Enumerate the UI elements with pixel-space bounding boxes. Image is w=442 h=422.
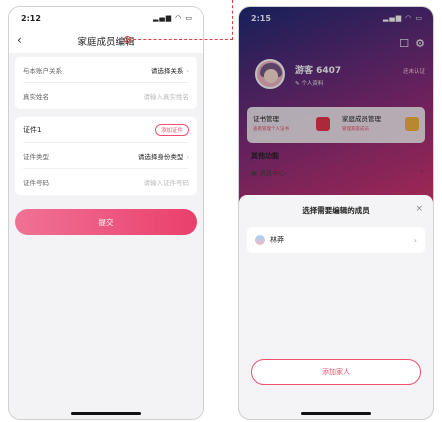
certificate-type-select[interactable]: 请选择身份类型	[138, 153, 184, 161]
certificate-card: 证件1 添加证件 证件类型 请选择身份类型 › 证件号码 请输入证件号码	[15, 117, 197, 195]
home-indicator	[71, 412, 141, 415]
certificate-header: 证件1 添加证件	[23, 117, 189, 143]
member-name: 林莽	[270, 236, 284, 244]
real-name-input[interactable]: 请输入真实姓名	[144, 91, 190, 101]
sheet-title: 选择需要编辑的成员	[302, 206, 370, 215]
nav-bar: ‹ 家庭成员编辑	[9, 29, 203, 53]
select-member-sheet: 选择需要编辑的成员 × 林莽 › 添加家人	[239, 195, 433, 419]
certificate-number-label: 证件号码	[23, 179, 49, 187]
certificate-number-row[interactable]: 证件号码 请输入证件号码	[23, 169, 189, 195]
member-avatar	[255, 235, 265, 245]
relation-label: 与本账户关系	[23, 66, 62, 75]
real-name-row[interactable]: 真实姓名 请输入真实姓名	[23, 83, 189, 109]
home-indicator	[301, 412, 371, 415]
chevron-right-icon: ›	[186, 152, 189, 161]
certificate-type-row[interactable]: 证件类型 请选择身份类型 ›	[23, 143, 189, 169]
submit-button[interactable]: 提交	[15, 209, 197, 235]
status-time: 2:12	[21, 13, 41, 23]
add-certificate-button[interactable]: 添加证件	[154, 123, 189, 136]
annotation-line-vertical	[232, 0, 233, 40]
add-family-button[interactable]: 添加家人	[251, 359, 421, 385]
certificate-number-input[interactable]: 请输入证件号码	[144, 177, 190, 187]
phone-right-screen: 2:15 ▂▄▆ ◠ ▭ ☐ ⚙ 游客 6407 ✎ 个人资料 还未认证 证书管…	[238, 6, 434, 420]
certificate-type-label: 证件类型	[23, 152, 49, 161]
close-icon[interactable]: ×	[415, 204, 423, 214]
real-name-label: 真实姓名	[23, 93, 49, 101]
status-icons: ▂▄▆ ◠ ▭	[152, 14, 193, 22]
relation-select[interactable]: 请选择关系	[151, 67, 184, 75]
annotation-line-horizontal	[128, 39, 233, 40]
status-bar: 2:12 ▂▄▆ ◠ ▭	[9, 7, 203, 29]
chevron-right-icon: ›	[413, 235, 417, 245]
back-icon[interactable]: ‹	[17, 33, 22, 47]
chevron-right-icon: ›	[186, 66, 189, 75]
member-item[interactable]: 林莽 ›	[247, 227, 425, 253]
basic-info-card: 与本账户关系 请选择关系 › 真实姓名 请输入真实姓名	[15, 57, 197, 109]
certificate-title: 证件1	[23, 125, 42, 134]
relation-row[interactable]: 与本账户关系 请选择关系 ›	[23, 57, 189, 83]
phone-left-screen: 2:12 ▂▄▆ ◠ ▭ ‹ 家庭成员编辑 与本账户关系 请选择关系 › 真实姓名…	[8, 6, 204, 420]
